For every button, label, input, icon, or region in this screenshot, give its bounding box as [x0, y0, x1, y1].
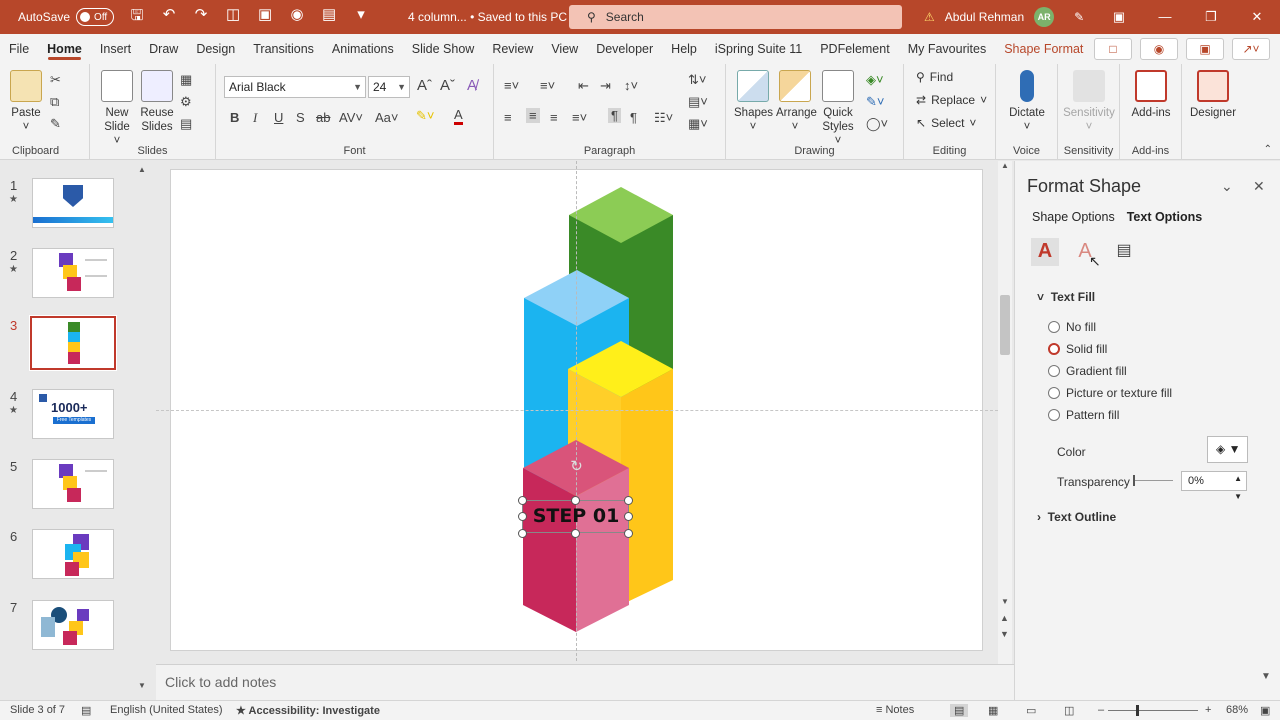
normal-view-icon[interactable]: ▤ [950, 704, 969, 717]
pane-scroll-down-icon[interactable]: ▼ [1261, 671, 1271, 682]
fill-option-pattern-fill[interactable]: Pattern fill [1048, 408, 1119, 422]
zoom-slider-thumb[interactable] [1136, 705, 1139, 716]
radio-button[interactable] [1048, 343, 1060, 355]
status-bar: Slide 3 of 7 ▤ English (United States) ★… [0, 700, 1280, 720]
fill-option-solid-fill[interactable]: Solid fill [1048, 342, 1107, 356]
slideshow-icon[interactable]: ◫ [1064, 704, 1074, 717]
fill-option-picture-or-texture-fill[interactable]: Picture or texture fill [1048, 386, 1172, 400]
pane-options-icon[interactable]: ⌄ [1221, 178, 1233, 195]
spelling-icon[interactable]: ▤ [81, 704, 91, 717]
slide-info: Slide 3 of 7 [10, 704, 66, 716]
text-fill-section[interactable]: ˅ Text Fill [1037, 290, 1095, 304]
pink-column-left[interactable] [523, 468, 576, 632]
notes-area[interactable]: Click to add notes [156, 664, 1014, 700]
vertical-guide [576, 161, 577, 661]
color-picker-button[interactable]: ◈ ▼ [1207, 436, 1248, 463]
fit-slide-icon[interactable]: ▣ [1260, 704, 1270, 717]
pane-title: Format Shape [1027, 176, 1142, 196]
mouse-cursor-icon: ↖ [1089, 253, 1101, 269]
previous-slide-icon[interactable]: ▲ [1000, 613, 1009, 623]
accessibility-status[interactable]: ★ Accessibility: Investigate [236, 704, 380, 717]
fill-option-label: Pattern fill [1066, 408, 1120, 422]
resize-handle[interactable] [518, 512, 527, 521]
next-slide-icon[interactable]: ▼ [1000, 629, 1009, 639]
horizontal-guide [156, 410, 998, 411]
rotate-handle-icon[interactable]: ↻ [568, 458, 585, 475]
fill-option-label: Gradient fill [1066, 364, 1127, 378]
fill-option-label: No fill [1066, 320, 1097, 334]
language-status[interactable]: English (United States) [110, 704, 223, 716]
reading-view-icon[interactable]: ▭ [1026, 704, 1036, 717]
color-label: Color [1057, 445, 1086, 459]
resize-handle[interactable] [624, 496, 633, 505]
resize-handle[interactable] [624, 512, 633, 521]
text-fill-outline-icon[interactable]: A [1031, 238, 1059, 266]
radio-button[interactable] [1048, 365, 1060, 377]
zoom-slider[interactable] [1108, 710, 1198, 711]
fill-option-no-fill[interactable]: No fill [1048, 320, 1096, 334]
transparency-slider[interactable] [1133, 475, 1173, 486]
slide-sorter-icon[interactable]: ▦ [988, 704, 998, 717]
resize-handle[interactable] [571, 496, 580, 505]
resize-handle[interactable] [624, 529, 633, 538]
text-outline-section[interactable]: › Text Outline [1037, 510, 1116, 524]
zoom-in-icon[interactable]: + [1205, 704, 1211, 716]
transparency-input[interactable]: 0% ▲ ▼ [1181, 471, 1247, 501]
radio-button[interactable] [1048, 387, 1060, 399]
transparency-label: Transparency [1057, 475, 1130, 489]
editor-scrollbar[interactable]: ▲ ▼ ▲ ▼ [998, 161, 1012, 664]
radio-button[interactable] [1048, 409, 1060, 421]
resize-handle[interactable] [518, 496, 527, 505]
radio-button[interactable] [1048, 321, 1060, 333]
fill-option-label: Solid fill [1066, 342, 1108, 356]
scrollbar-thumb[interactable] [1000, 295, 1010, 355]
tab-shape-options[interactable]: Shape Options [1032, 210, 1115, 224]
step-text[interactable]: STEP 01 [524, 502, 628, 532]
pane-close-icon[interactable]: ✕ [1253, 178, 1265, 195]
fill-option-label: Picture or texture fill [1066, 386, 1173, 400]
notes-button[interactable]: ≡ Notes [876, 704, 914, 716]
textbox-icon[interactable]: ▤ [1110, 238, 1138, 266]
tab-text-options[interactable]: Text Options [1127, 210, 1202, 224]
resize-handle[interactable] [518, 529, 527, 538]
format-shape-pane: Format Shape ⌄ ✕ Shape Options Text Opti… [1014, 161, 1280, 700]
resize-handle[interactable] [571, 529, 580, 538]
zoom-level[interactable]: 68% [1226, 704, 1248, 716]
pink-column-right[interactable] [576, 468, 629, 632]
fill-option-gradient-fill[interactable]: Gradient fill [1048, 364, 1127, 378]
zoom-out-icon[interactable]: – [1098, 704, 1104, 716]
